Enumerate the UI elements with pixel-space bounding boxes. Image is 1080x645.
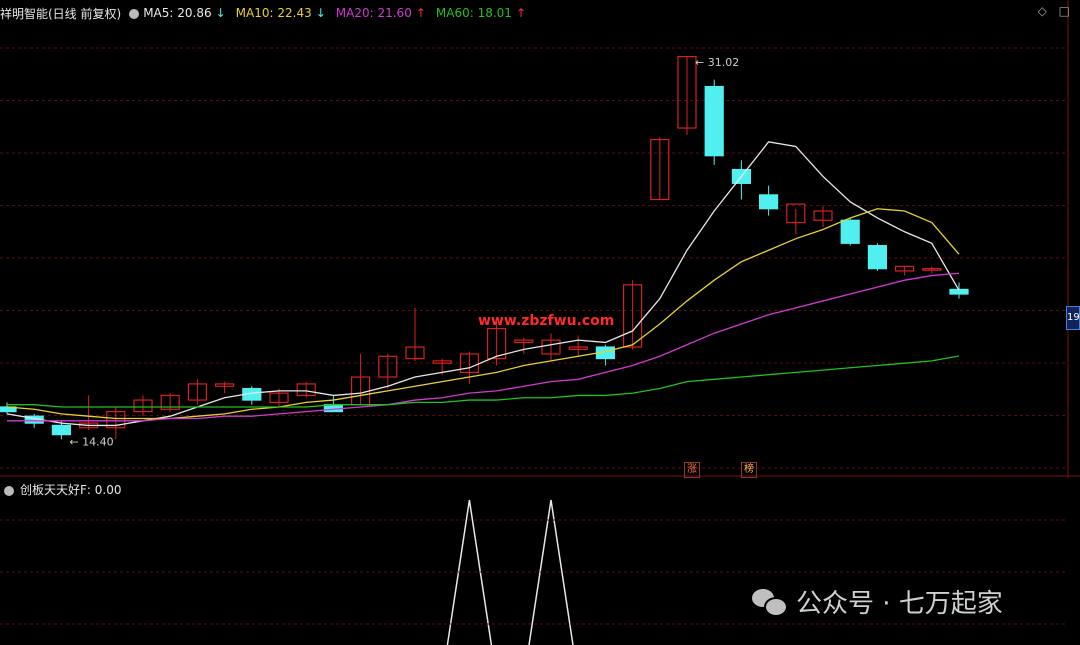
- sub-indicator-legend: 创板天天好F : 0.00: [0, 481, 121, 498]
- ma-line-ma20: [7, 272, 960, 422]
- price-tag: 19: [1066, 306, 1080, 330]
- diamond-icon[interactable]: ◇: [1038, 4, 1047, 18]
- sub-indicator-value: : 0.00: [86, 482, 122, 497]
- candle-body: [758, 194, 779, 210]
- corner-controls: ◇ □: [1030, 4, 1070, 18]
- ma60-label: MA60: 18.01: [435, 6, 512, 20]
- stock-title: 祥明智能(日线 前复权): [0, 6, 122, 21]
- ma-line-ma60: [7, 355, 960, 408]
- ma10-arrow-icon: ↓: [315, 6, 326, 20]
- sub-settings-gear-icon[interactable]: [4, 485, 14, 496]
- settings-gear-icon[interactable]: [129, 9, 140, 19]
- candlestick-chart[interactable]: ← 31.02 ← 14.40: [0, 0, 1080, 478]
- ma-line-ma5: [6, 141, 960, 427]
- price-annotation: ← 14.40: [69, 435, 113, 448]
- ma5-arrow-icon: ↓: [215, 6, 226, 20]
- ma20-label: MA20: 21.60: [335, 6, 412, 20]
- event-badge-zhang[interactable]: 涨: [684, 462, 700, 478]
- square-icon[interactable]: □: [1059, 4, 1070, 18]
- overlay-url-text: www.zbzfwu.com: [478, 313, 615, 329]
- ma60-arrow-icon: ↑: [515, 6, 526, 20]
- candle-body: [51, 424, 72, 436]
- event-badge-bang[interactable]: 榜: [741, 462, 757, 478]
- candle-body: [704, 85, 724, 157]
- ma-legend: 祥明智能(日线 前复权) MA5: 20.86 ↓ MA10: 22.43 ↓ …: [0, 4, 530, 22]
- sub-indicator-name: 创板天天好F: [20, 483, 87, 497]
- ma20-arrow-icon: ↑: [415, 6, 426, 20]
- wechat-watermark-text: 公众号 · 七万起家: [796, 589, 1003, 619]
- wechat-logo-icon: [752, 587, 788, 617]
- ma10-label: MA10: 22.43: [235, 6, 312, 20]
- price-annotation: ← 31.02: [695, 56, 739, 69]
- candle-body: [840, 219, 860, 244]
- ma5-label: MA5: 20.86: [143, 6, 212, 20]
- wechat-watermark: 公众号 · 七万起家: [752, 583, 1003, 620]
- candle-body: [867, 245, 888, 270]
